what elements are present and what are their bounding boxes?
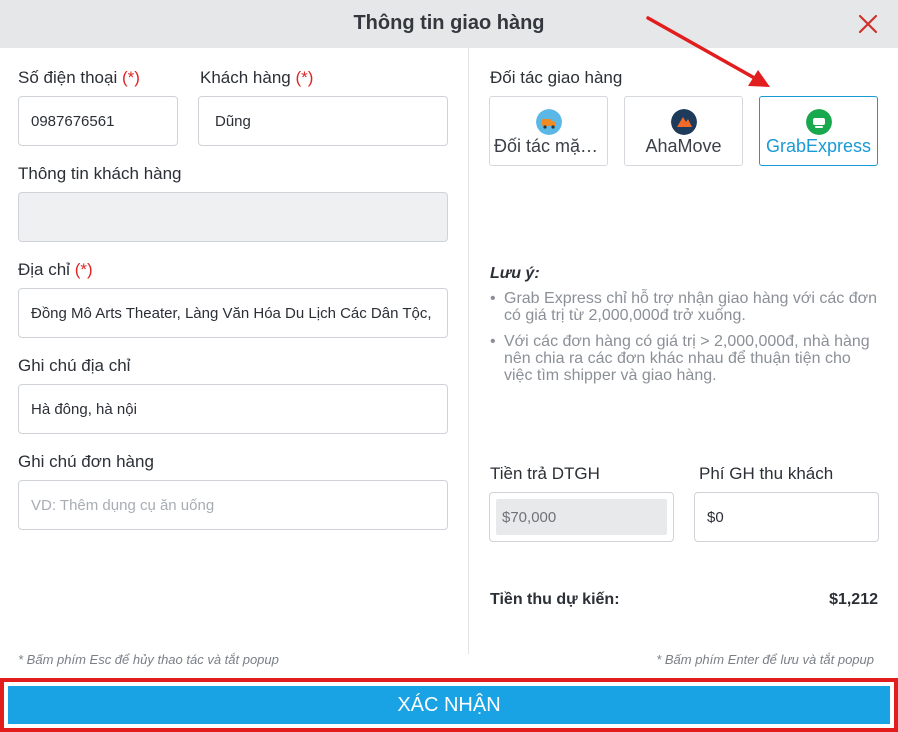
customer-fee-input[interactable]: $0 <box>694 492 879 542</box>
esc-hint: * Bấm phím Esc để hủy thao tác và tắt po… <box>18 652 279 667</box>
partner-option-grabexpress[interactable]: GrabExpress <box>759 96 878 166</box>
partner-option-grabexpress-name: GrabExpress <box>765 136 872 156</box>
partner-option-default-name: Đối tác mặc… <box>494 136 603 156</box>
order-note-placeholder: VD: Thêm dụng cụ ăn uống <box>31 496 215 514</box>
expected-revenue-value: $1,212 <box>829 591 878 608</box>
partner-fee-input: $70,000 <box>489 492 674 542</box>
column-divider <box>468 48 469 654</box>
expected-revenue-label: Tiền thu dự kiến: <box>490 591 620 608</box>
customer-info-input[interactable] <box>18 192 448 242</box>
address-note-value: Hà đông, hà nội <box>31 400 137 418</box>
confirm-button[interactable]: XÁC NHẬN <box>8 686 890 724</box>
partner-fee-label: Tiền trả DTGH <box>490 464 600 483</box>
customer-label: Khách hàng (*) <box>200 68 314 87</box>
note-list: Grab Express chỉ hỗ trợ nhận giao hàng v… <box>490 290 880 393</box>
ahamove-logo-icon <box>670 109 697 135</box>
note-item: Grab Express chỉ hỗ trợ nhận giao hàng v… <box>490 290 880 324</box>
order-note-label: Ghi chú đơn hàng <box>18 452 154 471</box>
note-item: Với các đơn hàng có giá trị > 2,000,000đ… <box>490 333 880 384</box>
address-label: Địa chỉ (*) <box>18 260 93 279</box>
customer-fee-value: $0 <box>707 508 724 526</box>
close-icon[interactable] <box>856 9 880 37</box>
dialog-header: Thông tin giao hàng <box>0 0 898 48</box>
customer-input-value: Dũng <box>215 112 251 130</box>
partner-option-default[interactable]: Đối tác mặc… <box>489 96 608 166</box>
address-input-value: Đồng Mô Arts Theater, Làng Văn Hóa Du Lị… <box>31 304 435 322</box>
order-note-input[interactable]: VD: Thêm dụng cụ ăn uống <box>18 480 448 530</box>
customer-info-label: Thông tin khách hàng <box>18 164 182 183</box>
grab-logo-icon <box>805 109 832 135</box>
required-mark: (*) <box>74 260 93 279</box>
partner-fee-value: $70,000 <box>496 499 667 535</box>
delivery-truck-icon <box>535 109 562 135</box>
required-mark: (*) <box>121 68 140 87</box>
enter-hint: * Bấm phím Enter để lưu và tắt popup <box>656 652 874 667</box>
address-note-label: Ghi chú địa chỉ <box>18 356 131 375</box>
phone-input[interactable]: 0987676561 <box>18 96 178 146</box>
partner-label: Đối tác giao hàng <box>490 68 623 87</box>
phone-label: Số điện thoại (*) <box>18 68 140 87</box>
address-note-input[interactable]: Hà đông, hà nội <box>18 384 448 434</box>
dialog-title: Thông tin giao hàng <box>353 12 545 34</box>
address-input[interactable]: Đồng Mô Arts Theater, Làng Văn Hóa Du Lị… <box>18 288 448 338</box>
partner-option-ahamove[interactable]: AhaMove <box>624 96 743 166</box>
required-mark: (*) <box>295 68 314 87</box>
customer-fee-label: Phí GH thu khách <box>699 464 834 483</box>
customer-input[interactable]: Dũng <box>198 96 448 146</box>
note-title: Lưu ý: <box>490 265 540 282</box>
confirm-highlight-box: XÁC NHẬN <box>0 678 898 732</box>
phone-input-value: 0987676561 <box>31 112 115 130</box>
partner-option-ahamove-name: AhaMove <box>645 136 722 156</box>
